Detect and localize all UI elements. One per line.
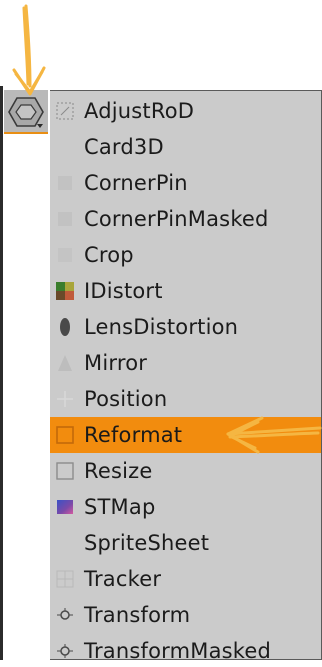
menu-item-idistort[interactable]: IDistort	[50, 273, 321, 309]
crop-icon	[54, 244, 76, 266]
menu-item-label: CornerPinMasked	[84, 207, 269, 231]
menu-item-mirror[interactable]: Mirror	[50, 345, 321, 381]
menu-item-cornerpin[interactable]: CornerPin	[50, 165, 321, 201]
transform-menu: AdjustRoD Card3D CornerPin CornerPinMask…	[50, 90, 322, 663]
cornerpin-masked-icon	[54, 208, 76, 230]
menu-item-stmap[interactable]: STMap	[50, 489, 321, 525]
reformat-icon	[54, 424, 76, 446]
menu-item-label: CornerPin	[84, 171, 188, 195]
menu-item-label: Tracker	[84, 567, 162, 591]
menu-item-label: Resize	[84, 459, 153, 483]
lens-distortion-icon	[54, 316, 76, 338]
menu-item-crop[interactable]: Crop	[50, 237, 321, 273]
adjust-rod-icon	[54, 100, 76, 122]
toolbar-strip	[0, 86, 50, 667]
menu-item-card3d[interactable]: Card3D	[50, 129, 321, 165]
menu-item-label: Card3D	[84, 135, 164, 159]
menu-item-resize[interactable]: Resize	[50, 453, 321, 489]
menu-item-label: IDistort	[84, 279, 163, 303]
menu-item-label: STMap	[84, 495, 156, 519]
card3d-icon	[54, 136, 76, 158]
menu-item-label: Reformat	[84, 423, 183, 447]
menu-item-tracker[interactable]: Tracker	[50, 561, 321, 597]
menu-item-spritesheet[interactable]: SpriteSheet	[50, 525, 321, 561]
menu-item-label: AdjustRoD	[84, 99, 195, 123]
menu-item-adjustrod[interactable]: AdjustRoD	[50, 93, 321, 129]
idistort-icon	[54, 280, 76, 302]
mirror-icon	[54, 352, 76, 374]
menu-item-transform[interactable]: Transform	[50, 597, 321, 633]
transform-toolbar-button[interactable]	[4, 90, 48, 134]
menu-item-label: Position	[84, 387, 168, 411]
menu-item-position[interactable]: Position	[50, 381, 321, 417]
bottom-margin	[0, 660, 322, 667]
menu-item-lensdistortion[interactable]: LensDistortion	[50, 309, 321, 345]
menu-item-label: Crop	[84, 243, 134, 267]
screen: AdjustRoD Card3D CornerPin CornerPinMask…	[0, 0, 322, 667]
menu-item-label: SpriteSheet	[84, 531, 210, 555]
resize-icon	[54, 460, 76, 482]
transform-icon	[54, 604, 76, 626]
menu-item-label: Mirror	[84, 351, 148, 375]
transform-hexagon-icon	[8, 97, 44, 128]
menu-item-cornerpinmasked[interactable]: CornerPinMasked	[50, 201, 321, 237]
transform-masked-icon	[54, 640, 76, 662]
stmap-icon	[54, 496, 76, 518]
spritesheet-icon	[54, 532, 76, 554]
tracker-icon	[54, 568, 76, 590]
menu-item-label: LensDistortion	[84, 315, 239, 339]
position-icon	[54, 388, 76, 410]
menu-item-reformat[interactable]: Reformat	[50, 417, 321, 453]
arrow-down-annotation	[24, 4, 32, 88]
cornerpin-icon	[54, 172, 76, 194]
menu-item-label: Transform	[84, 603, 191, 627]
